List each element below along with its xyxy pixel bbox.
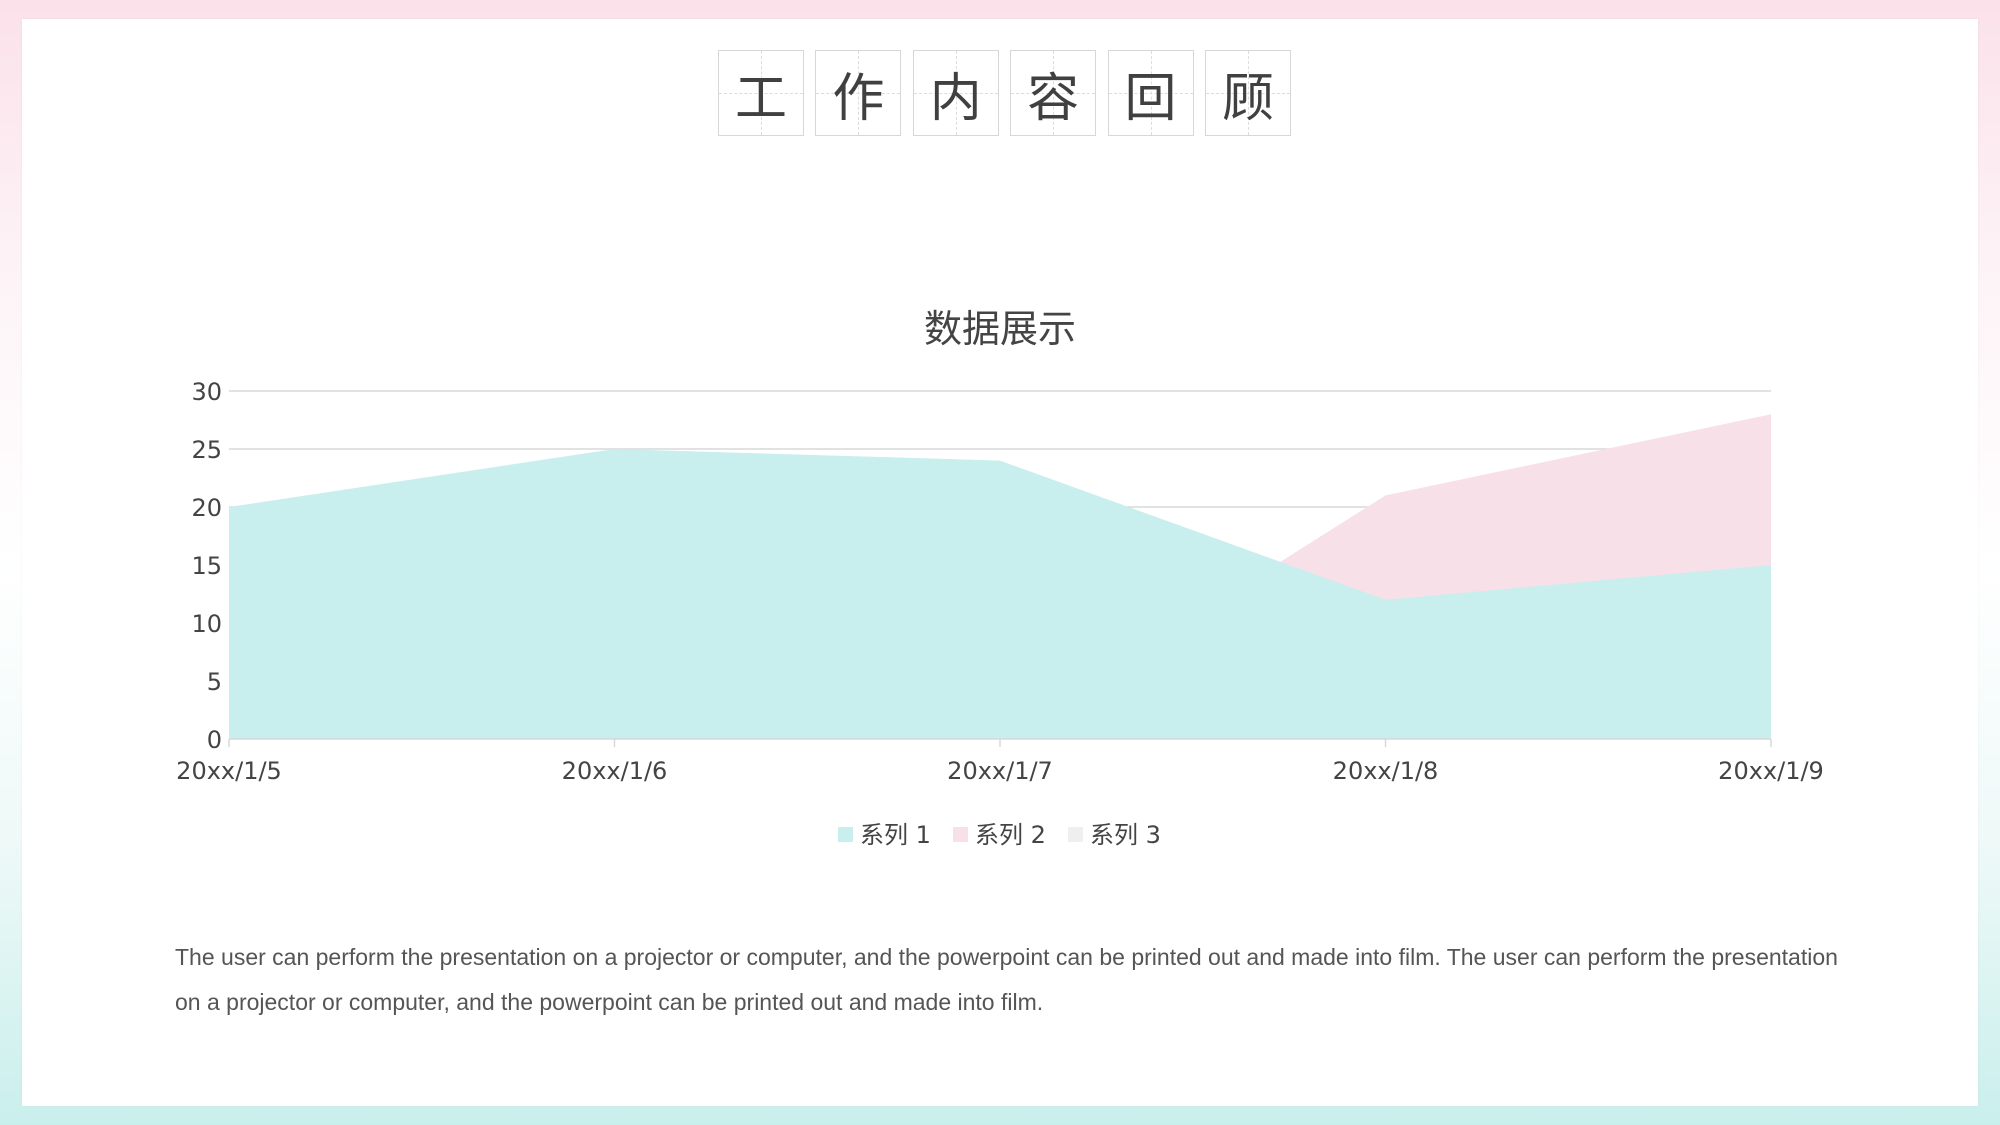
x-tick-label: 20xx/1/9 — [1718, 757, 1824, 785]
title-char: 内 — [929, 68, 982, 129]
legend-label-2: 系列 2 — [975, 821, 1046, 849]
legend-swatch-2 — [953, 827, 968, 842]
x-tick-label: 20xx/1/5 — [176, 757, 282, 785]
description-paragraph: The user can perform the presentation on… — [175, 944, 1838, 1015]
title-char: 作 — [832, 68, 885, 129]
y-tick-label: 0 — [207, 726, 222, 754]
title-char: 工 — [734, 68, 787, 129]
legend-swatch-3 — [1068, 827, 1083, 842]
title-char: 容 — [1027, 68, 1080, 129]
y-tick-label: 25 — [191, 436, 222, 464]
title-char: 顾 — [1221, 68, 1274, 129]
title-char: 回 — [1124, 68, 1177, 129]
y-tick-label: 5 — [207, 668, 222, 696]
y-tick-label: 15 — [191, 552, 222, 580]
y-tick-label: 10 — [191, 610, 222, 638]
legend-label-3: 系列 3 — [1090, 821, 1161, 849]
x-tick-label: 20xx/1/7 — [947, 757, 1053, 785]
y-tick-label: 30 — [191, 378, 222, 406]
x-tick-label: 20xx/1/8 — [1333, 757, 1439, 785]
chart-title: 数据展示 — [924, 307, 1076, 351]
legend-label-1: 系列 1 — [860, 821, 931, 849]
legend-swatch-1 — [838, 827, 853, 842]
x-tick-label: 20xx/1/6 — [562, 757, 668, 785]
y-tick-label: 20 — [191, 494, 222, 522]
